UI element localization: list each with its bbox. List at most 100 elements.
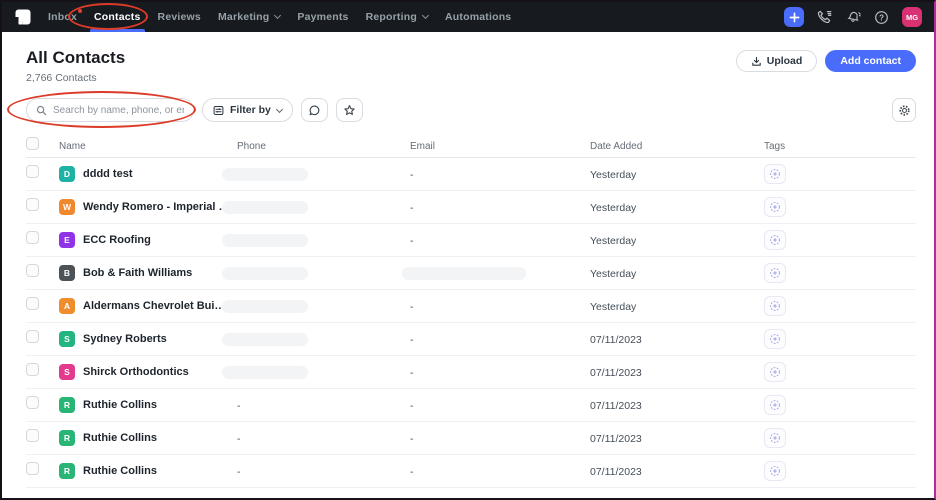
upload-button[interactable]: Upload	[736, 50, 818, 72]
avatar: S	[59, 331, 75, 347]
nav-item-reporting[interactable]: Reporting	[366, 2, 428, 32]
row-checkbox[interactable]	[26, 264, 39, 277]
page-header: All Contacts 2,766 Contacts Upload Add c…	[26, 48, 916, 84]
podium-logo-icon[interactable]	[14, 8, 32, 26]
row-checkbox[interactable]	[26, 462, 39, 475]
create-new-button[interactable]	[784, 7, 804, 27]
table-row[interactable]: B Bob & Faith Williams Yesterday	[26, 257, 916, 290]
gear-icon	[898, 104, 911, 117]
redacted-phone	[222, 201, 308, 214]
nav-item-payments[interactable]: Payments	[297, 2, 348, 32]
redacted-phone	[222, 300, 308, 313]
email-value: -	[410, 235, 414, 247]
email-cell: -	[410, 231, 590, 249]
filter-by-button[interactable]: Filter by	[202, 98, 293, 122]
add-tag-icon	[769, 432, 781, 444]
row-checkbox[interactable]	[26, 330, 39, 343]
row-checkbox[interactable]	[26, 429, 39, 442]
add-tag-icon	[769, 267, 781, 279]
row-checkbox[interactable]	[26, 165, 39, 178]
unread-dot	[78, 9, 82, 13]
table-row[interactable]: A Aldermans Chevrolet Buick GMC - Yester…	[26, 290, 916, 323]
table-row[interactable]: R Ruthie Collins - - 07/11/2023	[26, 389, 916, 422]
email-value: -	[410, 466, 414, 478]
add-tag-button[interactable]	[764, 395, 786, 415]
add-tag-button[interactable]	[764, 428, 786, 448]
row-checkbox[interactable]	[26, 363, 39, 376]
add-tag-button[interactable]	[764, 296, 786, 316]
page-title: All Contacts	[26, 48, 125, 68]
nav-item-label: Marketing	[218, 11, 269, 23]
add-tag-button[interactable]	[764, 461, 786, 481]
redacted-phone	[222, 366, 308, 379]
email-value: -	[410, 169, 414, 181]
select-all-checkbox[interactable]	[26, 137, 39, 150]
email-cell: -	[410, 165, 590, 183]
email-cell: -	[410, 462, 590, 480]
redacted-phone	[222, 234, 308, 247]
add-tag-button[interactable]	[764, 197, 786, 217]
table-row[interactable]: S Sydney Roberts - 07/11/2023	[26, 323, 916, 356]
column-header-tags[interactable]: Tags	[764, 141, 916, 152]
table-row[interactable]: D dddd test - Yesterday	[26, 158, 916, 191]
avatar: A	[59, 298, 75, 314]
redacted-phone	[222, 333, 308, 346]
avatar: R	[59, 397, 75, 413]
nav-item-reviews[interactable]: Reviews	[158, 2, 201, 32]
date-added: 07/11/2023	[590, 367, 642, 379]
add-tag-button[interactable]	[764, 329, 786, 349]
message-filter-button[interactable]	[301, 98, 328, 122]
add-tag-button[interactable]	[764, 263, 786, 283]
contact-name: Ruthie Collins	[83, 399, 163, 411]
column-header-date-added[interactable]: Date Added	[590, 141, 764, 152]
nav-item-inbox[interactable]: Inbox	[48, 2, 77, 32]
nav-item-label: Payments	[297, 11, 348, 23]
phone-cell	[237, 267, 410, 280]
nav-item-contacts[interactable]: Contacts	[94, 2, 141, 32]
starred-filter-button[interactable]	[336, 98, 363, 122]
email-value: -	[410, 334, 414, 346]
avatar: S	[59, 364, 75, 380]
email-cell: -	[410, 396, 590, 414]
column-header-email[interactable]: Email	[410, 141, 590, 152]
chevron-down-icon	[422, 12, 429, 19]
table-row[interactable]: R Ruthie Collins - - 07/11/2023	[26, 455, 916, 488]
row-checkbox[interactable]	[26, 198, 39, 211]
notifications-icon[interactable]	[846, 10, 861, 25]
nav-item-label: Reporting	[366, 11, 417, 23]
svg-text:?: ?	[879, 13, 884, 22]
search-input[interactable]	[53, 105, 184, 116]
row-checkbox[interactable]	[26, 396, 39, 409]
chevron-down-icon	[276, 105, 283, 112]
add-tag-button[interactable]	[764, 230, 786, 250]
phone-calls-icon[interactable]	[817, 9, 833, 25]
nav-item-automations[interactable]: Automations	[445, 2, 511, 32]
add-tag-icon	[769, 201, 781, 213]
column-header-name[interactable]: Name	[59, 141, 237, 152]
nav-item-marketing[interactable]: Marketing	[218, 2, 280, 32]
phone-value: -	[237, 466, 241, 478]
add-contact-button[interactable]: Add contact	[825, 50, 916, 72]
avatar: R	[59, 463, 75, 479]
user-avatar[interactable]: MG	[902, 7, 922, 27]
help-icon[interactable]: ?	[874, 10, 889, 25]
row-checkbox[interactable]	[26, 231, 39, 244]
phone-cell	[237, 168, 410, 181]
avatar: R	[59, 430, 75, 446]
chat-bubble-icon	[308, 104, 321, 117]
search-field[interactable]	[26, 98, 194, 122]
email-value: -	[410, 400, 414, 412]
phone-cell	[237, 234, 410, 247]
date-added: 07/11/2023	[590, 433, 642, 445]
table-settings-button[interactable]	[892, 98, 916, 122]
table-row[interactable]: W Wendy Romero - Imperial Tile & ... - Y…	[26, 191, 916, 224]
table-row[interactable]: E ECC Roofing - Yesterday	[26, 224, 916, 257]
row-checkbox[interactable]	[26, 297, 39, 310]
add-tag-button[interactable]	[764, 164, 786, 184]
table-row[interactable]: R Ruthie Collins - - 07/11/2023	[26, 422, 916, 455]
add-tag-button[interactable]	[764, 362, 786, 382]
column-header-phone[interactable]: Phone	[237, 141, 410, 152]
nav-items: Inbox Contacts Reviews Marketing Payment…	[48, 2, 511, 32]
table-row[interactable]: S Shirck Orthodontics - 07/11/2023	[26, 356, 916, 389]
contact-count: 2,766 Contacts	[26, 72, 125, 84]
